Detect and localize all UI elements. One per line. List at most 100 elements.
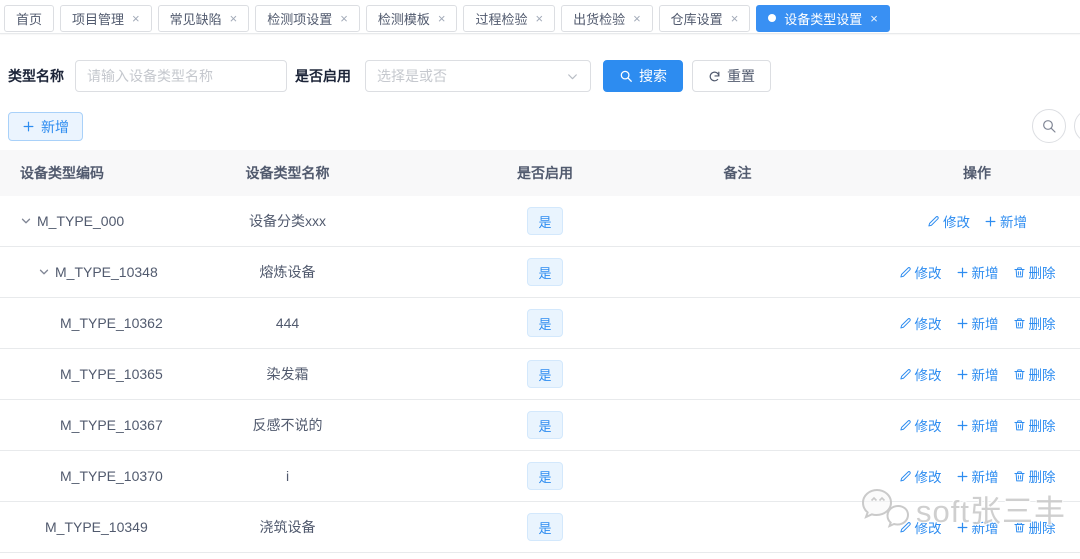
plus-icon	[956, 470, 969, 483]
tab-close-icon[interactable]: ×	[535, 12, 543, 25]
pencil-icon	[899, 470, 912, 483]
tab[interactable]: 首页	[4, 5, 54, 32]
pencil-icon	[899, 317, 912, 330]
chevron-down-icon[interactable]	[38, 266, 50, 278]
enabled-tag: 是	[527, 360, 562, 388]
column-header-name: 设备类型名称	[190, 163, 385, 183]
tab-close-icon[interactable]: ×	[230, 12, 238, 25]
trash-icon	[1013, 368, 1026, 381]
tab[interactable]: 仓库设置 ×	[659, 5, 751, 32]
row-code: M_TYPE_10349	[45, 519, 148, 535]
add-button[interactable]: 新增	[8, 112, 83, 141]
add-link[interactable]: 新增	[956, 313, 999, 333]
search-button[interactable]: 搜索	[603, 60, 683, 92]
tab-close-icon[interactable]: ×	[633, 12, 641, 25]
trash-icon	[1013, 470, 1026, 483]
delete-link[interactable]: 删除	[1013, 517, 1056, 537]
delete-link[interactable]: 删除	[1013, 262, 1056, 282]
action-label: 删除	[1029, 313, 1056, 333]
active-tab-dot-icon	[768, 14, 776, 22]
enabled-tag: 是	[527, 513, 562, 541]
tab[interactable]: 检测项设置 ×	[255, 5, 360, 32]
action-label: 新增	[972, 313, 999, 333]
delete-link[interactable]: 删除	[1013, 415, 1056, 435]
type-name-label: 类型名称	[8, 66, 64, 86]
tab[interactable]: 过程检验 ×	[463, 5, 555, 32]
row-name: 熔炼设备	[190, 262, 385, 282]
chevron-down-icon[interactable]	[20, 215, 32, 227]
action-label: 修改	[943, 211, 970, 231]
type-name-input[interactable]	[75, 60, 287, 92]
action-label: 删除	[1029, 466, 1056, 486]
column-header-enabled: 是否启用	[385, 163, 705, 183]
plus-icon	[956, 521, 969, 534]
table-search-toggle-button[interactable]	[1032, 109, 1066, 143]
tab[interactable]: 出货检验 ×	[561, 5, 653, 32]
edit-link[interactable]: 修改	[899, 364, 942, 384]
refresh-icon	[708, 70, 721, 83]
delete-link[interactable]: 删除	[1013, 466, 1056, 486]
tab-close-icon[interactable]: ×	[870, 12, 878, 25]
tab[interactable]: 常见缺陷 ×	[158, 5, 250, 32]
enabled-select[interactable]: 选择是或否	[365, 60, 591, 92]
edit-link[interactable]: 修改	[927, 211, 970, 231]
add-link[interactable]: 新增	[956, 466, 999, 486]
add-link[interactable]: 新增	[956, 415, 999, 435]
tab-label: 首页	[16, 9, 42, 28]
tab-close-icon[interactable]: ×	[132, 12, 140, 25]
row-name: 444	[190, 315, 385, 331]
row-name: 设备分类xxx	[190, 211, 385, 231]
edit-link[interactable]: 修改	[899, 262, 942, 282]
reset-button[interactable]: 重置	[692, 60, 771, 92]
plus-icon	[956, 317, 969, 330]
add-link[interactable]: 新增	[956, 262, 999, 282]
row-code: M_TYPE_10362	[60, 315, 163, 331]
add-link[interactable]: 新增	[956, 364, 999, 384]
row-actions: 修改 新增删除	[874, 262, 1080, 282]
table-row: M_TYPE_10349 浇筑设备 是 修改新增删除	[0, 502, 1080, 553]
row-actions: 修改新增删除	[874, 415, 1080, 435]
trash-icon	[1013, 419, 1026, 432]
table-row: M_TYPE_10370 i 是 修改新增删除	[0, 451, 1080, 502]
column-header-code: 设备类型编码	[0, 163, 190, 183]
edit-link[interactable]: 修改	[899, 466, 942, 486]
enabled-label: 是否启用	[295, 66, 351, 86]
tab-label: 仓库设置	[671, 9, 723, 28]
add-link[interactable]: 新增	[956, 517, 999, 537]
edit-link[interactable]: 修改	[899, 415, 942, 435]
add-button-label: 新增	[41, 117, 69, 137]
row-actions: 修改新增 删除	[874, 466, 1080, 486]
pencil-icon	[927, 215, 940, 228]
action-label: 修改	[915, 415, 942, 435]
add-link[interactable]: 新增	[984, 211, 1027, 231]
action-label: 新增	[1000, 211, 1027, 231]
magnifier-icon	[1041, 118, 1057, 134]
action-label: 修改	[915, 262, 942, 282]
delete-link[interactable]: 删除	[1013, 313, 1056, 333]
action-label: 删除	[1029, 364, 1056, 384]
edit-link[interactable]: 修改	[899, 313, 942, 333]
action-label: 新增	[972, 262, 999, 282]
action-label: 修改	[915, 466, 942, 486]
row-name: i	[190, 468, 385, 484]
tab-close-icon[interactable]: ×	[731, 12, 739, 25]
tab-label: 检测项设置	[267, 9, 332, 28]
edit-link[interactable]: 修改	[899, 517, 942, 537]
table-row: M_TYPE_10362 444 是 修改新增删除	[0, 298, 1080, 349]
tab-close-icon[interactable]: ×	[340, 12, 348, 25]
plus-icon	[984, 215, 997, 228]
device-type-table: 设备类型编码 设备类型名称 是否启用 备注 操作 M_TYPE_000 设备分类…	[0, 150, 1080, 553]
tab-label: 出货检验	[573, 9, 625, 28]
enabled-select-placeholder: 选择是或否	[377, 66, 447, 86]
tab[interactable]: 检测模板 ×	[366, 5, 458, 32]
tab-label: 检测模板	[378, 9, 430, 28]
table-row: M_TYPE_000 设备分类xxx 是 修改新增	[0, 196, 1080, 247]
delete-link[interactable]: 删除	[1013, 364, 1056, 384]
tab-close-icon[interactable]: ×	[438, 12, 446, 25]
table-body: M_TYPE_000 设备分类xxx 是 修改新增 M_TYPE_10348 熔…	[0, 196, 1080, 553]
chevron-down-icon	[566, 70, 579, 83]
table-refresh-button[interactable]	[1074, 109, 1080, 143]
table-row: M_TYPE_10367 反感不说的 是 修改新增删除	[0, 400, 1080, 451]
tab[interactable]: 项目管理 ×	[60, 5, 152, 32]
tab[interactable]: 设备类型设置 ×	[756, 5, 890, 32]
